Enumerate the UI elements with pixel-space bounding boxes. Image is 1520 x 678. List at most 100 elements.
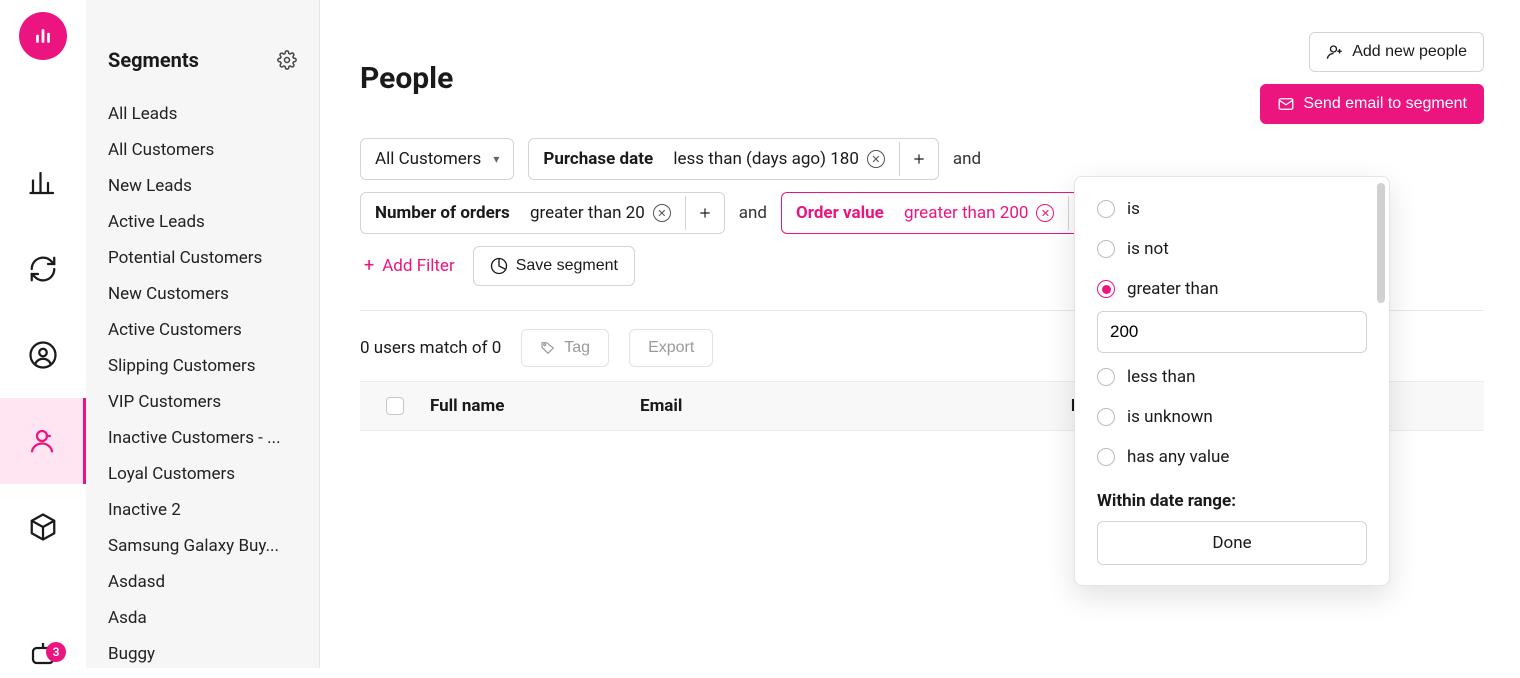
nav-people[interactable] bbox=[0, 398, 86, 484]
option-greater-than[interactable]: greater than bbox=[1097, 269, 1367, 309]
plus-icon bbox=[698, 206, 712, 220]
people-icon bbox=[27, 426, 57, 456]
option-has-any-value[interactable]: has any value bbox=[1097, 437, 1367, 477]
radio-icon bbox=[1097, 200, 1115, 218]
nav-analytics[interactable] bbox=[0, 140, 86, 226]
option-is-not[interactable]: is not bbox=[1097, 229, 1367, 269]
filter-chip-purchase-date[interactable]: Purchase date less than (days ago) 180 ✕ bbox=[528, 138, 939, 180]
add-people-label: Add new people bbox=[1352, 43, 1467, 61]
remove-filter-icon[interactable]: ✕ bbox=[1036, 204, 1054, 222]
radio-icon bbox=[1097, 240, 1115, 258]
filter-condition-text: less than (days ago) 180 bbox=[673, 149, 859, 169]
rail-badge: 3 bbox=[46, 642, 66, 662]
filter-condition-text: greater than 200 bbox=[904, 203, 1028, 223]
segment-item[interactable]: Inactive 2 bbox=[86, 492, 319, 528]
segments-panel: Segments All Leads All Customers New Lea… bbox=[86, 0, 320, 668]
segment-item[interactable]: Samsung Galaxy Buy... bbox=[86, 528, 319, 564]
segment-item[interactable]: Loyal Customers bbox=[86, 456, 319, 492]
and-conjunction: and bbox=[953, 149, 981, 169]
segment-item[interactable]: New Customers bbox=[86, 276, 319, 312]
segment-selector-label: All Customers bbox=[375, 149, 481, 169]
add-filter-button[interactable]: + Add Filter bbox=[360, 246, 459, 286]
radio-icon bbox=[1097, 280, 1115, 298]
pie-chart-icon bbox=[490, 257, 508, 275]
page-title: People bbox=[360, 61, 453, 96]
nav-chatbot[interactable]: 3 bbox=[0, 628, 86, 678]
done-button[interactable]: Done bbox=[1097, 521, 1367, 565]
segment-item[interactable]: Potential Customers bbox=[86, 240, 319, 276]
bar-chart-logo-icon bbox=[32, 25, 54, 47]
export-label: Export bbox=[648, 339, 694, 357]
export-button[interactable]: Export bbox=[629, 329, 713, 367]
filter-condition-text: greater than 20 bbox=[530, 203, 645, 223]
column-email[interactable]: Email bbox=[640, 396, 940, 416]
and-conjunction: and bbox=[739, 203, 767, 223]
segment-item[interactable]: Buggy bbox=[86, 636, 319, 672]
chevron-down-icon: ▾ bbox=[493, 152, 499, 166]
tag-button[interactable]: Tag bbox=[521, 329, 609, 367]
plus-icon bbox=[912, 152, 926, 166]
add-filter-label: Add Filter bbox=[382, 256, 454, 276]
segments-settings-button[interactable] bbox=[277, 50, 297, 70]
tag-label: Tag bbox=[564, 339, 590, 357]
option-label: is not bbox=[1127, 239, 1169, 259]
option-label: is unknown bbox=[1127, 407, 1213, 427]
segment-item[interactable]: All Customers bbox=[86, 132, 319, 168]
bar-chart-icon bbox=[28, 168, 58, 198]
segment-item[interactable]: VIP Customers bbox=[86, 384, 319, 420]
save-segment-label: Save segment bbox=[516, 257, 618, 275]
plus-icon: + bbox=[364, 257, 374, 275]
radio-icon bbox=[1097, 368, 1115, 386]
nav-rail: 3 bbox=[0, 0, 86, 668]
results-count-text: 0 users match of 0 bbox=[360, 338, 501, 358]
filter-field-label: Purchase date bbox=[543, 149, 653, 169]
remove-filter-icon[interactable]: ✕ bbox=[653, 204, 671, 222]
nav-products[interactable] bbox=[0, 484, 86, 570]
segment-selector-chip[interactable]: All Customers ▾ bbox=[360, 138, 514, 180]
cube-icon bbox=[28, 512, 58, 542]
add-people-button[interactable]: Add new people bbox=[1309, 32, 1484, 72]
option-is-unknown[interactable]: is unknown bbox=[1097, 397, 1367, 437]
nav-audiences[interactable] bbox=[0, 312, 86, 398]
mail-icon bbox=[1277, 95, 1295, 113]
segment-item[interactable]: Slipping Customers bbox=[86, 348, 319, 384]
segments-title: Segments bbox=[108, 48, 199, 72]
brand-logo[interactable] bbox=[19, 12, 67, 60]
radio-icon bbox=[1097, 448, 1115, 466]
person-gear-icon bbox=[28, 340, 58, 370]
option-label: less than bbox=[1127, 367, 1195, 387]
filter-chip-number-of-orders[interactable]: Number of orders greater than 20 ✕ bbox=[360, 192, 725, 234]
filter-value-input[interactable] bbox=[1097, 311, 1367, 353]
segment-item[interactable]: All Leads bbox=[86, 96, 319, 132]
option-label: greater than bbox=[1127, 279, 1219, 299]
gear-icon bbox=[277, 50, 297, 70]
filter-condition-popover: is is not greater than less than is unkn… bbox=[1074, 176, 1390, 586]
sync-icon bbox=[28, 254, 58, 284]
remove-filter-icon[interactable]: ✕ bbox=[867, 150, 885, 168]
option-label: has any value bbox=[1127, 447, 1229, 467]
main-content: People Add new people Send email to segm… bbox=[320, 0, 1520, 668]
segment-item[interactable]: New Leads bbox=[86, 168, 319, 204]
popover-scrollbar[interactable] bbox=[1377, 183, 1385, 303]
segment-item[interactable]: Asda bbox=[86, 600, 319, 636]
save-segment-button[interactable]: Save segment bbox=[473, 246, 635, 286]
radio-icon bbox=[1097, 408, 1115, 426]
filter-field-label: Number of orders bbox=[375, 203, 510, 223]
filter-field-label: Order value bbox=[796, 203, 884, 223]
add-sibling-filter-button[interactable] bbox=[899, 142, 938, 176]
segment-item[interactable]: Asdasd bbox=[86, 564, 319, 600]
date-range-label: Within date range: bbox=[1097, 491, 1367, 511]
option-label: is bbox=[1127, 199, 1140, 219]
segment-item[interactable]: Active Leads bbox=[86, 204, 319, 240]
filter-chip-order-value[interactable]: Order value greater than 200 ✕ bbox=[781, 192, 1108, 234]
option-less-than[interactable]: less than bbox=[1097, 357, 1367, 397]
send-email-button[interactable]: Send email to segment bbox=[1260, 84, 1484, 124]
option-is[interactable]: is bbox=[1097, 189, 1367, 229]
segment-item[interactable]: Inactive Customers - ... bbox=[86, 420, 319, 456]
select-all-checkbox[interactable] bbox=[386, 397, 404, 415]
segment-item[interactable]: Active Customers bbox=[86, 312, 319, 348]
column-full-name[interactable]: Full name bbox=[430, 396, 640, 416]
add-sibling-filter-button[interactable] bbox=[685, 196, 724, 230]
nav-sync[interactable] bbox=[0, 226, 86, 312]
person-plus-icon bbox=[1326, 43, 1344, 61]
